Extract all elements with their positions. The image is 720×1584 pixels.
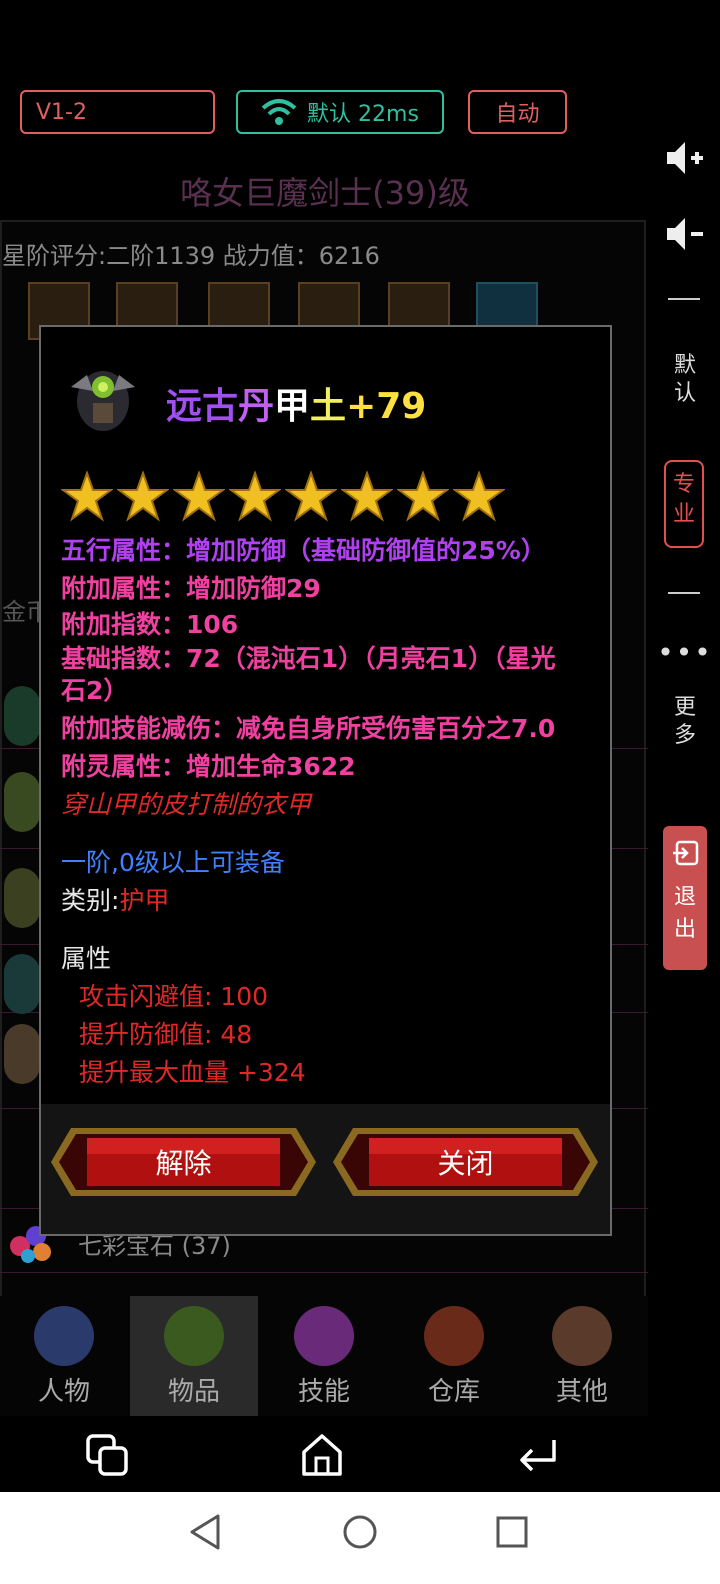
tab-label: 其他 bbox=[555, 1377, 608, 1407]
more-button[interactable]: 更 多 bbox=[650, 694, 720, 750]
tab-skills[interactable]: 技能 bbox=[260, 1296, 388, 1416]
tab-items[interactable]: 物品 bbox=[130, 1296, 258, 1416]
skill-icon bbox=[294, 1306, 354, 1366]
base-index-line1: 基础指数：72（混沌石1）（月亮石1）（星光 bbox=[61, 644, 556, 673]
wifi-icon bbox=[261, 99, 297, 125]
item-name-part: 甲 bbox=[274, 386, 311, 427]
tab-label: 物品 bbox=[167, 1377, 220, 1407]
potion-icon bbox=[164, 1306, 224, 1366]
attr-header: 属性 bbox=[61, 944, 112, 973]
category-line: 类别:护甲 bbox=[61, 881, 169, 917]
category-label: 类别: bbox=[61, 886, 120, 915]
star-icon bbox=[453, 471, 505, 522]
network-label: 默认 22ms bbox=[307, 102, 419, 127]
wuxing-attr: 五行属性：增加防御（基础防御值的25%） bbox=[61, 536, 546, 565]
remove-button[interactable]: 解除 bbox=[51, 1122, 316, 1202]
list-item-icon bbox=[4, 686, 40, 746]
star-rating bbox=[61, 471, 509, 523]
default-mode-button[interactable]: 默 认 bbox=[650, 352, 720, 408]
item-name: 远古丹甲土+79 bbox=[166, 377, 426, 429]
sidebar-divider bbox=[668, 298, 700, 300]
close-button[interactable]: 关闭 bbox=[333, 1122, 598, 1202]
star-icon bbox=[61, 471, 113, 522]
exit-icon bbox=[673, 840, 699, 866]
flavor-text: 穿山甲的皮打制的衣甲 bbox=[61, 790, 312, 819]
exit-button[interactable]: 退 出 bbox=[663, 826, 707, 970]
list-item-icon bbox=[4, 868, 40, 928]
score-line: 星阶评分:二阶1139 战力值：6216 bbox=[2, 242, 380, 270]
item-name-part: 土 bbox=[310, 386, 347, 427]
system-nav-bar bbox=[0, 1492, 720, 1584]
list-divider bbox=[0, 1272, 648, 1273]
warehouse-icon bbox=[424, 1306, 484, 1366]
attr-defense: 提升防御值: 48 bbox=[79, 1020, 253, 1049]
tab-label: 人物 bbox=[37, 1377, 90, 1407]
extra-attr: 附加属性：增加防御29 bbox=[61, 574, 321, 603]
auto-button[interactable]: 自动 bbox=[468, 90, 567, 134]
pro-mode-button[interactable]: 专 业 bbox=[664, 460, 704, 548]
extra-index: 附加指数：106 bbox=[61, 610, 239, 639]
back-arrow-icon[interactable] bbox=[516, 1436, 560, 1476]
copy-icon[interactable] bbox=[86, 1434, 130, 1478]
volume-up-icon bbox=[667, 142, 703, 174]
star-icon bbox=[397, 471, 449, 522]
item-name-part: 远古 bbox=[166, 386, 239, 427]
server-label: V1-2 bbox=[36, 99, 87, 125]
exit-label: 退 出 bbox=[673, 885, 696, 942]
star-icon bbox=[229, 471, 281, 522]
list-item-icon bbox=[4, 772, 40, 832]
remove-label: 解除 bbox=[155, 1147, 212, 1180]
close-label: 关闭 bbox=[437, 1147, 494, 1180]
list-item-icon bbox=[4, 1024, 40, 1084]
nav-back-icon[interactable] bbox=[186, 1512, 226, 1552]
item-name-part: 丹 bbox=[238, 386, 275, 427]
tab-character[interactable]: 人物 bbox=[0, 1296, 128, 1416]
attr-dodge: 攻击闪避值: 100 bbox=[79, 982, 269, 1011]
character-icon bbox=[34, 1306, 94, 1366]
other-icon bbox=[552, 1306, 612, 1366]
base-index-line2: 石2） bbox=[61, 676, 129, 705]
requirement-text: 一阶,0级以上可装备 bbox=[61, 848, 285, 877]
armor-icon bbox=[71, 371, 135, 431]
nav-home-icon[interactable] bbox=[340, 1512, 380, 1552]
network-status[interactable]: 默认 22ms bbox=[236, 90, 444, 134]
item-tooltip-modal: 远古丹甲土+79 五行属性：增加防御（基础防御值的25%） 附加属性：增加防御2… bbox=[39, 325, 612, 1236]
spirit-attr: 附灵属性：增加生命3622 bbox=[61, 752, 356, 781]
volume-up-button[interactable] bbox=[650, 140, 720, 180]
tooltip-button-bar: 解除 关闭 bbox=[41, 1104, 610, 1234]
nav-recents-icon[interactable] bbox=[492, 1512, 532, 1552]
volume-down-button[interactable] bbox=[650, 216, 720, 256]
bottom-tab-bar: 人物 物品 技能 仓库 其他 bbox=[0, 1296, 648, 1416]
star-icon bbox=[341, 471, 393, 522]
character-title: 咯女巨魔剑士(39)级 bbox=[180, 174, 470, 212]
tab-label: 技能 bbox=[297, 1377, 350, 1407]
app-nav-bar bbox=[0, 1418, 720, 1492]
star-icon bbox=[173, 471, 225, 522]
item-name-part: +79 bbox=[346, 386, 427, 427]
tab-warehouse[interactable]: 仓库 bbox=[390, 1296, 518, 1416]
attr-max-hp: 提升最大血量 +324 bbox=[79, 1058, 306, 1087]
more-dots-icon[interactable]: ••• bbox=[650, 636, 720, 669]
list-item-icon bbox=[4, 954, 40, 1014]
sidebar-divider bbox=[668, 592, 700, 594]
home-icon[interactable] bbox=[300, 1432, 344, 1478]
category-value: 护甲 bbox=[119, 886, 170, 915]
volume-down-icon bbox=[667, 218, 703, 250]
server-selector[interactable]: V1-2 bbox=[20, 90, 215, 134]
star-icon bbox=[285, 471, 337, 522]
auto-label: 自动 bbox=[495, 102, 540, 127]
star-icon bbox=[117, 471, 169, 522]
skill-reduce: 附加技能减伤：减免自身所受伤害百分之7.0 bbox=[61, 714, 556, 743]
tab-other[interactable]: 其他 bbox=[518, 1296, 646, 1416]
tab-label: 仓库 bbox=[427, 1377, 480, 1407]
